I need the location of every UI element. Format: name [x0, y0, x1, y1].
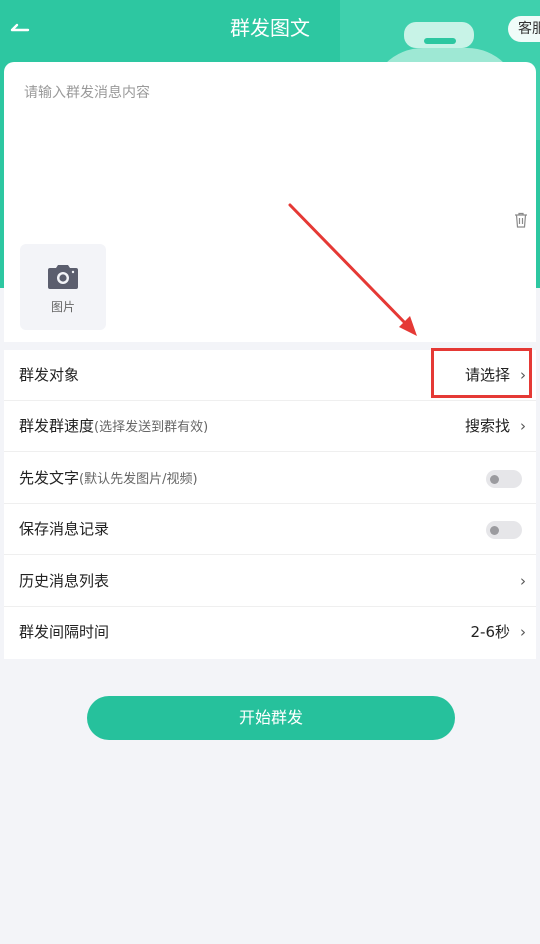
chevron-right-icon: ›: [520, 366, 526, 384]
setting-label: 保存消息记录: [19, 520, 110, 538]
setting-label: 先发文字(默认先发图片/视频): [19, 469, 198, 487]
page-title: 群发图文: [230, 16, 310, 40]
setting-row-target[interactable]: 群发对象 请选择 ›: [4, 350, 536, 401]
setting-row-interval[interactable]: 群发间隔时间 2-6秒 ›: [4, 607, 536, 658]
setting-label: 历史消息列表: [19, 572, 110, 590]
add-image-label: 图片: [50, 300, 75, 314]
setting-row-text-first: 先发文字(默认先发图片/视频): [4, 453, 536, 504]
setting-row-speed[interactable]: 群发群速度(选择发送到群有效) 搜索找 ›: [4, 401, 536, 452]
setting-value: 搜索找: [464, 417, 510, 435]
setting-value: 请选择: [464, 366, 510, 384]
setting-label: 群发间隔时间: [19, 623, 110, 641]
setting-value: 2-6秒: [470, 623, 511, 641]
setting-label: 群发群速度(选择发送到群有效): [19, 417, 209, 435]
message-input-placeholder[interactable]: 请输入群发消息内容: [24, 82, 150, 102]
toggle-knob: [490, 475, 499, 484]
setting-row-save-history: 保存消息记录: [4, 504, 536, 555]
start-broadcast-button[interactable]: 开始群发: [87, 696, 455, 740]
setting-row-history-list[interactable]: 历史消息列表 ›: [4, 556, 536, 607]
settings-list: 群发对象 请选择 › 群发群速度(选择发送到群有效) 搜索找 › 先发文字(默认…: [4, 350, 536, 659]
chevron-right-icon: ›: [520, 572, 526, 590]
customer-service-button[interactable]: 客服: [508, 16, 540, 42]
toggle-knob: [490, 526, 499, 535]
text-first-toggle[interactable]: [486, 470, 522, 488]
chevron-right-icon: ›: [520, 623, 526, 641]
add-image-button[interactable]: 图片: [20, 244, 106, 330]
save-history-toggle[interactable]: [486, 521, 522, 539]
camera-icon: [48, 265, 78, 289]
chevron-right-icon: ›: [520, 417, 526, 435]
message-editor[interactable]: 请输入群发消息内容 图片: [4, 62, 536, 342]
setting-label: 群发对象: [19, 366, 80, 384]
trash-icon[interactable]: [514, 212, 528, 228]
